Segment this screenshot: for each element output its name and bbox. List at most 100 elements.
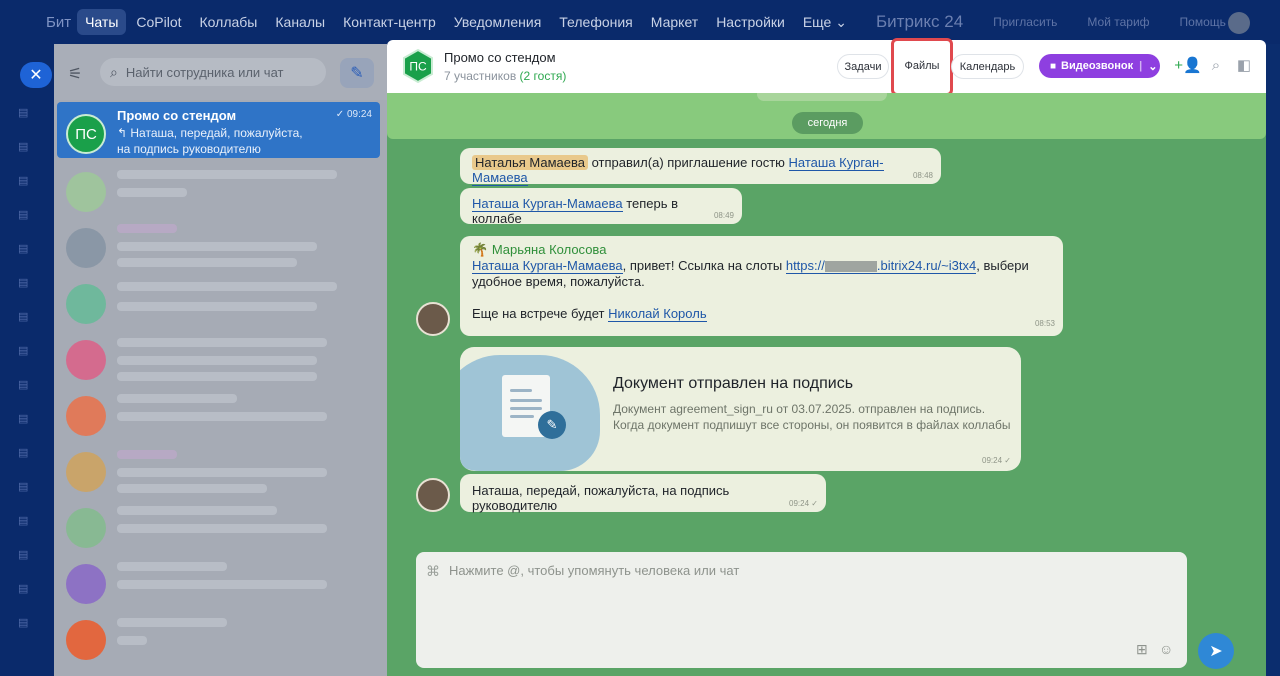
nav-item-contact-center[interactable]: Контакт-центр (335, 9, 444, 35)
invite-link[interactable]: Пригласить (993, 15, 1057, 29)
nav-item-market[interactable]: Маркет (643, 9, 706, 35)
nav-item-settings[interactable]: Настройки (708, 9, 793, 35)
chevron-down-icon[interactable]: ⌄ (1148, 60, 1157, 73)
chat-list-item[interactable] (57, 160, 380, 216)
attach-icon[interactable]: ⌘ (426, 563, 440, 580)
message-marina: 🌴 Марьяна Колосова Наташа Курган-Мамаева… (460, 236, 1063, 336)
calendar-button[interactable]: Календарь (951, 54, 1024, 79)
chat-list-item[interactable] (57, 328, 380, 384)
rail-item[interactable]: ▤ (18, 412, 38, 426)
chat-title[interactable]: Промо со стендом (444, 50, 556, 65)
rail-item[interactable]: ▤ (18, 310, 38, 324)
tasks-button[interactable]: Задачи (837, 54, 889, 79)
chat-avatar (66, 508, 106, 548)
help-link[interactable]: Помощь (1180, 15, 1226, 29)
send-button[interactable]: ➤ (1198, 633, 1234, 669)
participants-count: 7 участников (444, 69, 517, 83)
nav-item-copilot[interactable]: CoPilot (128, 9, 189, 35)
user-avatar[interactable] (1228, 12, 1250, 34)
rail-item[interactable]: ▤ (18, 446, 38, 460)
nav-item-channels[interactable]: Каналы (267, 9, 333, 35)
files-button[interactable]: Файлы (894, 60, 950, 72)
mention-guest[interactable]: Наташа Курган-Мамаева (472, 258, 623, 274)
mention-user[interactable]: Наталья Мамаева (472, 155, 588, 170)
close-icon[interactable]: ✕ (20, 62, 52, 88)
rail-item[interactable]: ▤ (18, 106, 38, 120)
message-input[interactable]: ⌘ Нажмите @, чтобы упомянуть человека ил… (416, 552, 1187, 668)
chevron-down-icon: ⌄ (835, 13, 847, 30)
message-time-value: 09:24 (982, 456, 1003, 465)
rail-item[interactable]: ▤ (18, 242, 38, 256)
files-button-highlight: Файлы (891, 38, 953, 96)
message-request: Наташа, передай, пожалуйста, на подпись … (460, 474, 826, 513)
avatar[interactable] (416, 302, 450, 336)
slot-link[interactable]: https:// .bitrix24.ru/~i3tx4 (785, 258, 977, 274)
mention-user[interactable]: Николай Король (608, 306, 707, 322)
nav-menu: Чаты CoPilot Коллабы Каналы Контакт-цент… (77, 9, 857, 36)
sidebar-toggle-icon[interactable]: ◧ (1235, 56, 1253, 74)
chat-list-item[interactable] (57, 272, 380, 328)
message-author[interactable]: 🌴 Марьяна Колосова (472, 242, 1051, 258)
chat-header: ПС Промо со стендом 7 участников (2 гост… (387, 38, 1266, 96)
chat-list-item-active[interactable]: ПС Промо со стендом ✓ 09:24 ↰ Наташа, пе… (57, 102, 380, 158)
chat-avatar-hexagon: ПС (403, 49, 433, 83)
chat-avatar (66, 172, 106, 212)
compose-icon: ✎ (350, 65, 364, 82)
blurred-text (117, 356, 317, 365)
blurred-text (117, 394, 237, 403)
filter-icon[interactable]: ⚟ (68, 64, 86, 83)
blurred-text (117, 188, 187, 197)
rail-item[interactable]: ▤ (18, 276, 38, 290)
tariff-link[interactable]: Мой тариф (1087, 15, 1149, 29)
nav-more-label: Еще (802, 13, 832, 30)
read-check-icon: ✓ (811, 499, 818, 508)
chat-list-item[interactable] (57, 440, 380, 496)
emoji-icon[interactable]: ☺ (1159, 641, 1173, 657)
system-message-invite: Наталья Мамаева отправил(а) приглашение … (460, 148, 941, 186)
chat-list-item[interactable] (57, 216, 380, 272)
chat-list-item[interactable] (57, 552, 380, 608)
nav-item-notifications[interactable]: Уведомления (446, 9, 550, 35)
top-navigation: Бит Чаты CoPilot Коллабы Каналы Контакт-… (0, 0, 1280, 44)
nav-item-telephony[interactable]: Телефония (551, 9, 640, 35)
nav-item-more[interactable]: Еще ⌄ (795, 9, 855, 36)
rail-item[interactable]: ▤ (18, 174, 38, 188)
message-time: 08:49 (713, 211, 734, 220)
add-user-icon[interactable]: +👤 (1174, 56, 1201, 74)
nav-item-collabs[interactable]: Коллабы (192, 9, 266, 35)
slot-link-start: https:// (785, 258, 825, 273)
document-description: Документ agreement_sign_ru от 03.07.2025… (613, 402, 1011, 432)
message-text: Наташа, передай, пожалуйста, на подпись … (472, 483, 730, 513)
new-chat-button[interactable]: ✎ (340, 58, 374, 88)
chat-avatar (66, 452, 106, 492)
document-signature-card[interactable]: ✎ Документ отправлен на подпись Документ… (460, 347, 1021, 471)
video-call-button[interactable]: ■ Видеозвонок | ⌄ (1039, 54, 1160, 78)
document-title: Документ отправлен на подпись (613, 375, 854, 392)
rail-item[interactable]: ▤ (18, 616, 38, 630)
rail-item[interactable]: ▤ (18, 208, 38, 222)
rail-item[interactable]: ▤ (18, 582, 38, 596)
chat-list-item[interactable] (57, 496, 380, 552)
rail-item[interactable]: ▤ (18, 344, 38, 358)
mention-guest[interactable]: Наташа Курган-Мамаева (472, 196, 623, 212)
chat-list-item[interactable] (57, 384, 380, 440)
chat-list-item[interactable] (57, 608, 380, 664)
search-input[interactable]: ⌕ Найти сотрудника или чат (100, 58, 326, 86)
search-icon[interactable]: ⌕ (1207, 56, 1225, 74)
rail-item[interactable]: ▤ (18, 548, 38, 562)
avatar[interactable] (416, 478, 450, 512)
blurred-text (117, 242, 317, 251)
chat-participants[interactable]: 7 участников (2 гостя) (444, 69, 566, 83)
chat-title: Промо со стендом (117, 108, 237, 123)
separator: | (1139, 60, 1143, 72)
rail-item[interactable]: ▤ (18, 480, 38, 494)
nav-item-chats[interactable]: Чаты (77, 9, 127, 35)
chat-search-bar: ⚟ ⌕ Найти сотрудника или чат ✎ (54, 44, 387, 100)
rail-item[interactable]: ▤ (18, 140, 38, 154)
grid-icon[interactable]: ⊞ (1136, 641, 1148, 658)
rail-item[interactable]: ▤ (18, 514, 38, 528)
faded-date-pill (757, 93, 887, 101)
rail-item[interactable]: ▤ (18, 378, 38, 392)
search-placeholder: Найти сотрудника или чат (125, 64, 284, 80)
chat-avatar (66, 284, 106, 324)
